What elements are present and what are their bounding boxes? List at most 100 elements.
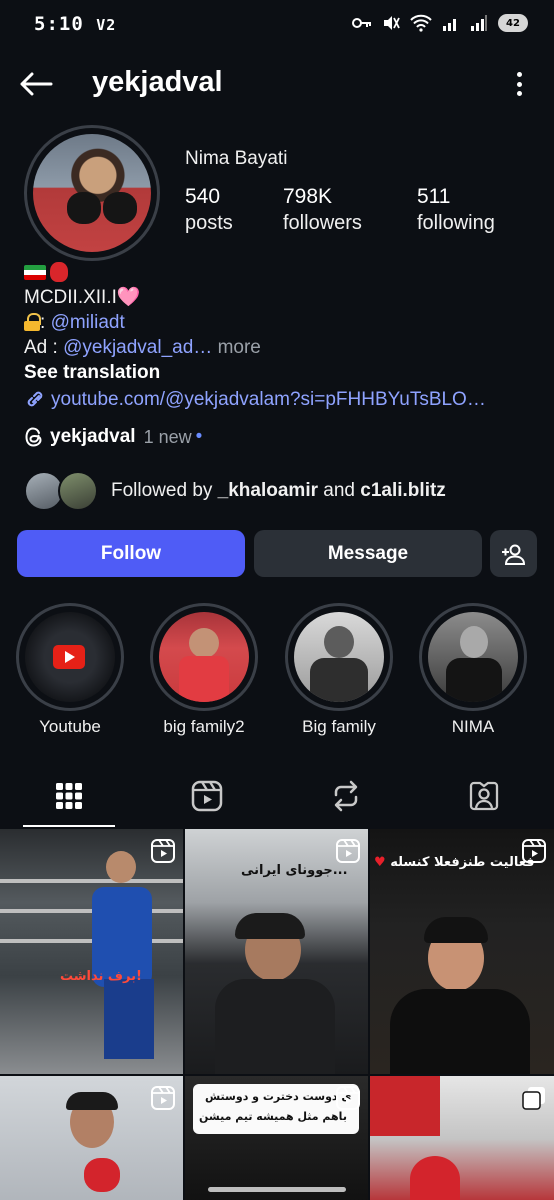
bio-line: MCDII.XII.I🩷 — [24, 285, 534, 310]
highlight-label: Big family — [302, 717, 376, 736]
highlight-big-family2[interactable]: big family2 — [150, 603, 258, 737]
stat-following[interactable]: 511 following — [417, 185, 495, 235]
tab-reposts[interactable] — [277, 765, 415, 827]
stat-value: 540 — [185, 185, 221, 208]
reels-icon — [191, 780, 223, 812]
profile-username: yekjadval — [92, 66, 223, 98]
follow-button[interactable]: Follow — [17, 530, 245, 577]
more-dot-icon — [516, 91, 522, 96]
mutual-avatar — [58, 471, 98, 511]
threads-badge[interactable]: yekjadval 1 new • — [24, 426, 202, 448]
highlight-label: Youtube — [39, 717, 101, 736]
arrow-left-icon — [20, 72, 53, 96]
highlight-nima[interactable]: NIMA — [419, 603, 527, 737]
stat-followers[interactable]: 798K followers — [283, 185, 362, 235]
tab-tagged[interactable] — [415, 765, 553, 827]
grid-post[interactable]: ♥ فعالیت طنزفعلا کنسله — [370, 829, 554, 1074]
more-dot-icon — [516, 72, 522, 77]
posts-grid: برف نداشت! جوونای ایرانی... ♥ فعالیت طنز… — [0, 829, 554, 1200]
reel-icon — [336, 1086, 360, 1110]
post-caption: ی دوست دخترت و دوستش — [205, 1090, 352, 1103]
post-caption: ♥ فعالیت طنزفعلا کنسله — [374, 855, 535, 870]
stat-posts[interactable]: 540 posts — [185, 185, 233, 235]
highlight-cover — [294, 612, 384, 702]
signal-icon — [443, 19, 456, 31]
stat-label: following — [417, 212, 495, 234]
tab-reels[interactable] — [138, 765, 276, 827]
reel-icon — [151, 839, 175, 863]
followed-by-text: Followed by _khaloamir and c1ali.blitz — [111, 480, 446, 501]
bio-ad-line: Ad : @yekjadval_ad… more — [24, 335, 534, 360]
status-time: 5:10 V2 — [34, 13, 117, 35]
grid-post[interactable] — [370, 1076, 554, 1200]
grid-post[interactable]: برف نداشت! — [0, 829, 183, 1074]
bio-lock-line: : @miliadt — [24, 310, 534, 335]
tab-posts-grid[interactable] — [0, 765, 138, 827]
highlight-ring — [16, 603, 124, 711]
grid-post[interactable]: ی دوست دخترت و دوستش باهم مثل همیشه تیم … — [185, 1076, 368, 1200]
home-indicator[interactable] — [208, 1187, 346, 1192]
more-options-button[interactable] — [512, 68, 526, 100]
wifi-icon — [410, 14, 432, 32]
add-person-icon — [501, 544, 525, 565]
mention-link[interactable]: @yekjadval_ad… — [63, 337, 212, 358]
repost-icon — [334, 780, 358, 812]
post-caption: جوونای ایرانی... — [241, 863, 348, 878]
stat-value: 798K — [283, 185, 333, 208]
bio-emoji-line — [24, 260, 534, 285]
followed-by-row[interactable]: Followed by _khaloamir and c1ali.blitz — [24, 468, 446, 514]
grid-post[interactable]: جوونای ایرانی... — [185, 829, 368, 1074]
external-link-text: youtube.com/@yekjadvalam?si=pFHHBYuTsBLO… — [51, 389, 486, 410]
reel-icon — [522, 839, 546, 863]
iran-flag-icon — [24, 265, 46, 280]
link-icon — [27, 391, 43, 407]
status-icons: 42 — [352, 14, 528, 32]
highlight-youtube[interactable]: Youtube — [16, 603, 124, 737]
battery-icon: 42 — [498, 14, 528, 32]
tagged-person-icon — [469, 781, 499, 811]
threads-new-dot: • — [195, 426, 203, 447]
highlight-big-family[interactable]: Big family — [285, 603, 393, 737]
boxing-glove-icon — [50, 262, 68, 282]
highlight-label: NIMA — [451, 717, 495, 736]
status-bar: 5:10 V2 42 — [0, 0, 554, 50]
threads-new-label: 1 new — [143, 426, 192, 447]
grid-icon — [56, 783, 82, 809]
suggested-users-button[interactable] — [490, 530, 537, 577]
profile-avatar-ring[interactable] — [24, 125, 160, 261]
display-name: Nima Bayati — [185, 148, 288, 169]
highlight-ring — [419, 603, 527, 711]
post-caption: باهم مثل همیشه تیم میشن — [199, 1110, 347, 1123]
threads-username: yekjadval — [50, 426, 136, 447]
grid-post[interactable] — [0, 1076, 183, 1200]
stat-label: followers — [283, 212, 362, 234]
reel-icon — [151, 1086, 175, 1110]
highlight-ring — [150, 603, 258, 711]
key-icon — [352, 18, 371, 28]
youtube-icon — [53, 645, 85, 669]
profile-tabs — [0, 765, 554, 827]
highlight-label: big family2 — [163, 717, 245, 736]
mute-icon — [384, 16, 400, 30]
post-caption: برف نداشت! — [60, 969, 142, 984]
more-link[interactable]: more — [218, 337, 261, 358]
active-tab-indicator — [23, 825, 115, 827]
boxing-glove-graphic — [67, 192, 101, 224]
back-button[interactable] — [14, 64, 58, 104]
stat-value: 511 — [417, 185, 451, 208]
highlight-cover — [428, 612, 518, 702]
see-translation-link[interactable]: See translation — [24, 360, 534, 385]
avatar — [33, 134, 151, 252]
more-dot-icon — [516, 81, 522, 87]
lock-icon — [24, 313, 41, 331]
threads-icon — [25, 427, 42, 447]
boxing-glove-graphic — [103, 192, 137, 224]
mention-link[interactable]: @miliadt — [51, 312, 125, 333]
stat-label: posts — [185, 212, 233, 234]
reel-icon — [336, 839, 360, 863]
external-link[interactable]: youtube.com/@yekjadvalam?si=pFHHBYuTsBLO… — [24, 387, 534, 412]
signal-icon-2 — [471, 15, 487, 31]
highlight-cover — [25, 612, 115, 702]
pink-heart-icon: 🩷 — [116, 287, 141, 308]
message-button[interactable]: Message — [254, 530, 482, 577]
